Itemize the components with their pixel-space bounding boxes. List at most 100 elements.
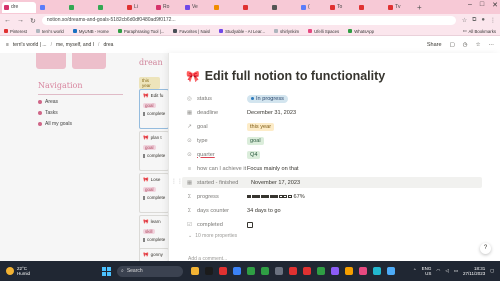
app-icon[interactable] [345,267,353,275]
close-icon[interactable]: ✕ [492,1,498,9]
bookmark-item[interactable]: Favorites | Naisl [173,29,210,34]
property-days-counter[interactable]: Σdays counter 34 days to go [182,205,482,216]
bookmark-item[interactable]: MyUNB - Home [72,29,109,34]
checkbox[interactable] [143,195,145,200]
breadcrumb-item-dreams[interactable]: drea [103,42,113,48]
app-icon[interactable] [373,267,381,275]
property-type[interactable]: ⊙ type goal [182,135,482,146]
bookmark-item[interactable]: Pinterest [4,29,27,34]
share-button[interactable]: Share [427,42,442,48]
new-tab-button[interactable]: + [417,3,422,12]
browser-tab[interactable]: dre [2,1,36,13]
help-button[interactable]: ? [480,243,491,254]
back-icon[interactable]: ← [4,17,11,24]
app-icon[interactable] [387,267,395,275]
nav-item-all-goals[interactable]: All my goals [38,121,72,127]
board-card[interactable]: 🎀 plan t goal complete [139,131,169,171]
checkbox[interactable] [143,153,145,158]
app-icon[interactable] [317,267,325,275]
bookmark-item[interactable]: WhatsApp [348,29,374,34]
app-icon[interactable] [331,267,339,275]
url-input[interactable]: notion.so/dreams-and-goals-5182cb6d0df04… [41,16,456,25]
wifi-icon[interactable]: ◠ [436,268,440,274]
browser-tab[interactable] [241,2,268,13]
browser-tab[interactable]: Li [125,2,152,13]
browser-tab[interactable]: Ve [183,2,210,13]
browser-tab[interactable]: ( [299,2,326,13]
browser-tab[interactable] [67,2,94,13]
notifications-icon[interactable]: ◻ [490,268,494,274]
page-title[interactable]: 🎀 Edit full notion to functionality [186,69,385,83]
volume-icon[interactable]: ◁ [445,268,448,274]
bookmark-item[interactable]: Ufelli Spaces [308,29,339,34]
maximize-icon[interactable]: □ [480,1,484,9]
property-how[interactable]: ≡ how can I achieve it Focus mainly on th… [182,163,482,174]
breadcrumb-item-world[interactable]: terri's world | ... [13,42,47,48]
browser-tab[interactable] [96,2,123,13]
property-quarter[interactable]: ⊙ quarter Q4 [182,149,482,160]
all-bookmarks-link[interactable]: ▭ All Bookmarks [462,28,496,34]
reload-icon[interactable]: ↻ [30,17,36,25]
favicon-icon [359,4,364,10]
app-icon[interactable] [261,267,269,275]
app-icon[interactable] [233,267,241,275]
battery-icon[interactable]: ▭ [454,268,458,274]
minimize-icon[interactable]: – [468,1,472,9]
property-progress[interactable]: Σprogress 67% [182,191,482,202]
browser-tab[interactable] [212,2,239,13]
property-completed[interactable]: ☑ completed [182,219,482,230]
browser-tab[interactable]: Tv [386,2,413,13]
browser-tab[interactable] [270,2,297,13]
forward-icon[interactable]: → [17,17,24,24]
board-card[interactable]: 🎀 gonny [139,248,169,262]
ribbon-icon: 🎀 [143,135,149,140]
weather-widget[interactable]: 22°C Humid [6,266,66,276]
app-icon[interactable] [303,267,311,275]
nav-item-tasks[interactable]: Tasks [38,110,58,116]
nav-item-areas[interactable]: Areas [38,99,58,105]
property-started[interactable]: ▦ started - finished November 17, 2023 [182,177,482,188]
bookmark-item[interactable]: Studyable - AI Lear... [219,29,265,34]
bookmark-item[interactable]: shirlynkim [274,29,299,34]
browser-tab[interactable]: Ro [154,2,181,13]
app-icon[interactable] [247,267,255,275]
comment-icon[interactable]: ▢ [450,42,455,48]
app-icon[interactable] [219,267,227,275]
more-options-icon[interactable]: ⋯ [489,42,495,48]
property-goal[interactable]: ↗ goal this year [182,121,482,132]
browser-tab[interactable]: To [328,2,355,13]
breadcrumb-item-me[interactable]: me, myself, and I [56,42,94,48]
chevron-up-icon[interactable]: ⌃ [413,268,417,274]
app-icon[interactable] [359,267,367,275]
start-button[interactable] [102,266,111,276]
property-status[interactable]: ◎ status In progress [182,93,482,104]
progress-segment [269,195,274,198]
checkbox[interactable] [143,237,145,242]
clock[interactable]: 18:31 27/11/2023 [463,266,485,276]
board-card[interactable]: 🎀 Edit fu goal complete [139,89,169,129]
app-icon[interactable] [289,267,297,275]
favorite-icon[interactable]: ☆ [476,42,481,48]
property-deadline[interactable]: ▦ deadline December 31, 2023 [182,107,482,118]
browser-tab[interactable] [38,2,65,13]
browser-tab[interactable] [357,2,384,13]
app-icon[interactable] [205,267,213,275]
checkbox[interactable] [143,111,145,116]
profile-icon[interactable]: ● [481,17,485,24]
bookmark-item[interactable]: Paraphrasing Tool |... [117,29,164,34]
sidebar-toggle-icon[interactable]: ≡ [6,42,9,48]
extensions-icon[interactable]: ⧉ [472,17,476,24]
app-icon[interactable] [191,267,199,275]
menu-icon[interactable]: ⋮ [490,17,496,24]
board-card[interactable]: 🎀 Lose goal complete [139,173,169,213]
ribbon-icon: 🎀 [143,177,149,182]
clock-icon[interactable]: ◷ [463,42,468,48]
bookmark-icon [348,29,353,33]
bookmark-item[interactable]: terri's world [35,29,64,34]
completed-checkbox[interactable] [247,221,253,228]
more-properties-toggle[interactable]: ⌄ 10 more properties [188,233,237,239]
taskbar-search[interactable]: ⌕ Search [117,265,183,277]
star-icon[interactable]: ☆ [462,17,467,24]
calendar-icon: ▦ [186,109,193,116]
app-icon[interactable] [275,267,283,275]
